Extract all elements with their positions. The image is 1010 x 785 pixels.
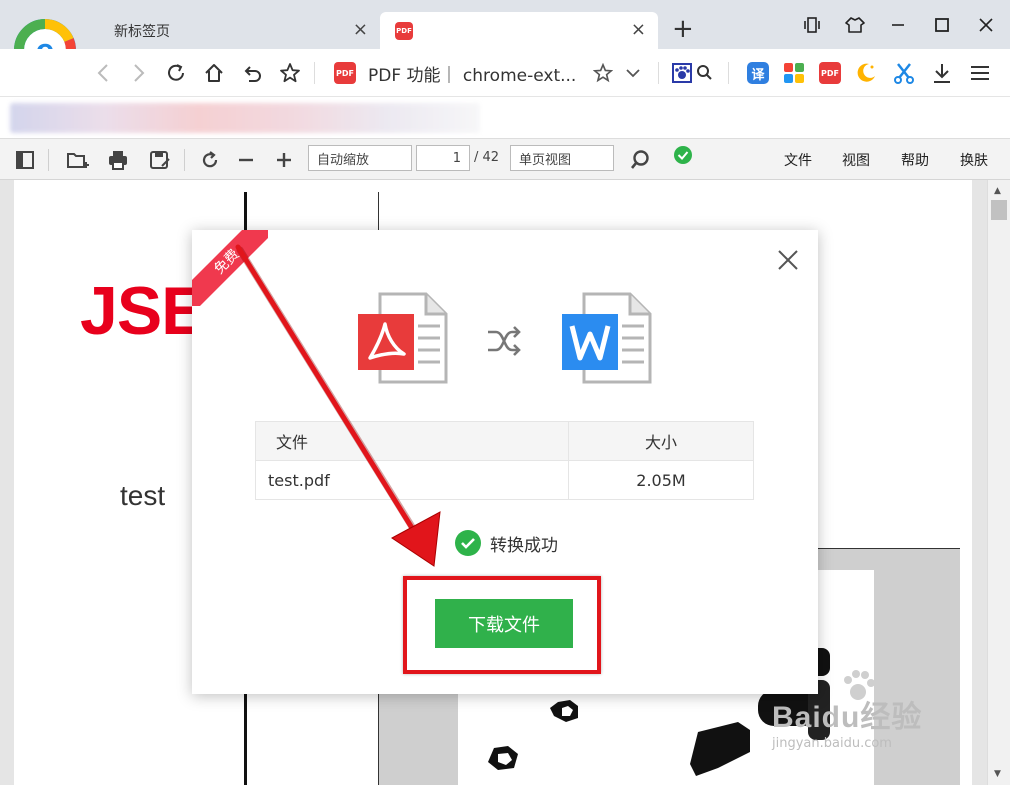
- open-file-icon[interactable]: [62, 139, 94, 180]
- pdf-file-icon: [358, 292, 448, 384]
- file-size-cell: 2.05M: [636, 470, 686, 490]
- baidu-search-icon[interactable]: [668, 49, 718, 97]
- nav-divider: [728, 62, 729, 84]
- zoom-select[interactable]: 自动缩放: [308, 145, 412, 171]
- scroll-up-arrow-icon[interactable]: ▲: [994, 186, 1001, 196]
- translate-extension-icon[interactable]: 译: [744, 49, 772, 97]
- word-file-icon: [562, 292, 652, 384]
- reload-icon[interactable]: [160, 49, 192, 97]
- zoom-out-icon[interactable]: [230, 139, 262, 180]
- annotation-highlight-box: [403, 576, 601, 674]
- file-name-cell: test.pdf: [256, 461, 569, 499]
- sidebar-panel-icon[interactable]: [10, 139, 40, 180]
- toolbar-divider: [184, 149, 185, 171]
- status-text: 转换成功: [490, 535, 558, 556]
- scroll-down-arrow-icon[interactable]: ▼: [994, 769, 1001, 779]
- forward-icon[interactable]: [124, 49, 154, 97]
- toolbar-divider: [48, 149, 49, 171]
- print-icon[interactable]: [102, 139, 134, 180]
- page-number-input[interactable]: 1: [416, 145, 470, 171]
- shuffle-icon: [488, 326, 521, 356]
- address-text[interactable]: PDF 功能｜ chrome-ext...: [368, 61, 576, 86]
- page-total: / 42: [474, 150, 500, 165]
- skin-icon[interactable]: [835, 8, 875, 42]
- scissors-icon[interactable]: [890, 49, 918, 97]
- menu-help[interactable]: 帮助: [901, 139, 929, 180]
- close-window-icon[interactable]: [966, 8, 1006, 42]
- pdf-site-icon: PDF: [334, 62, 356, 84]
- verified-check-icon: [670, 134, 696, 175]
- apps-extension-icon[interactable]: [780, 49, 808, 97]
- watermark-url: jingyan.baidu.com: [772, 736, 892, 751]
- download-icon[interactable]: [928, 49, 956, 97]
- column-header-file: 文件: [256, 422, 569, 460]
- maximize-icon[interactable]: [922, 8, 962, 42]
- vertical-scrollbar[interactable]: ▲ ▼: [987, 180, 1010, 785]
- success-check-icon: [455, 530, 481, 556]
- ribbon-label: 免费: [192, 230, 268, 306]
- back-icon[interactable]: [88, 49, 118, 97]
- new-tab-button[interactable]: +: [672, 14, 694, 44]
- conversion-status: 转换成功: [455, 529, 558, 557]
- menu-file[interactable]: 文件: [784, 139, 812, 180]
- rotate-icon[interactable]: [194, 139, 226, 180]
- menu-view[interactable]: 视图: [842, 139, 870, 180]
- table-header-row: 文件 大小: [256, 422, 753, 460]
- pdf-extension-icon[interactable]: PDF: [816, 49, 844, 97]
- free-ribbon: 免费: [192, 230, 268, 306]
- table-row: test.pdf 2.05M: [256, 460, 753, 499]
- save-edit-icon[interactable]: [144, 139, 176, 180]
- nav-divider: [314, 62, 315, 84]
- undo-close-icon[interactable]: [236, 49, 268, 97]
- tab-label: 新标签页: [114, 23, 170, 40]
- menu-skin[interactable]: 换肤: [960, 139, 988, 180]
- moon-extension-icon[interactable]: [852, 49, 880, 97]
- blurred-bookmarks: [10, 103, 480, 133]
- column-header-size: 大小: [644, 433, 677, 452]
- scrollbar-thumb[interactable]: [991, 200, 1007, 220]
- sidebar-toggle-icon[interactable]: [792, 8, 832, 42]
- view-mode-select[interactable]: 单页视图: [510, 145, 614, 171]
- search-icon[interactable]: [624, 139, 656, 180]
- document-body-text: test: [120, 480, 166, 511]
- home-icon[interactable]: [198, 49, 230, 97]
- nav-divider: [658, 62, 659, 84]
- document-logo-text: JSE: [80, 273, 207, 349]
- tab-new-tab[interactable]: 新标签页 ×: [100, 12, 380, 49]
- file-info-table: 文件 大小 test.pdf 2.05M: [255, 421, 754, 500]
- bookmark-star-icon[interactable]: [590, 49, 616, 97]
- favorite-star-icon[interactable]: [274, 49, 306, 97]
- chevron-down-icon[interactable]: [620, 49, 646, 97]
- tab-pdf[interactable]: PDF ×: [380, 12, 658, 49]
- tab-close-icon[interactable]: ×: [631, 20, 646, 40]
- dialog-close-icon[interactable]: [774, 246, 802, 274]
- menu-icon[interactable]: [966, 49, 994, 97]
- tab-close-icon[interactable]: ×: [353, 20, 368, 40]
- pdf-icon: PDF: [395, 22, 413, 40]
- watermark-brand: Baidu经验: [772, 701, 923, 734]
- minimize-icon[interactable]: [878, 8, 918, 42]
- zoom-in-icon[interactable]: [268, 139, 300, 180]
